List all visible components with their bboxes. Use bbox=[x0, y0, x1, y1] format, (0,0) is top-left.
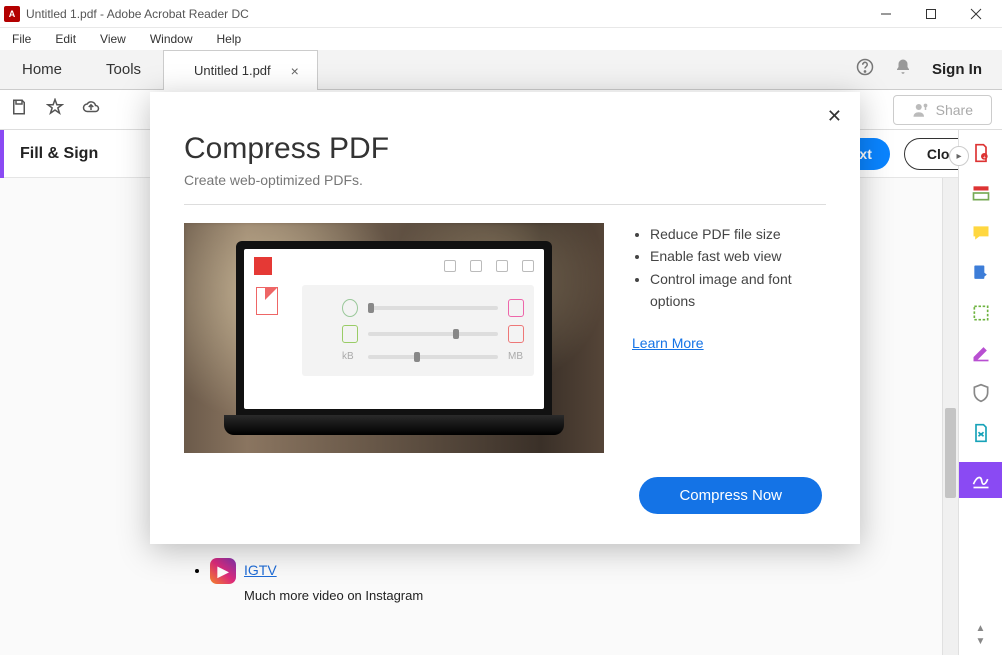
maximize-button[interactable] bbox=[908, 0, 953, 28]
acrobat-app-icon: A bbox=[4, 6, 20, 22]
protect-icon[interactable] bbox=[970, 382, 992, 404]
create-pdf-icon[interactable]: + bbox=[970, 142, 992, 164]
menu-help[interactable]: Help bbox=[211, 30, 248, 48]
igtv-link[interactable]: IGTV bbox=[244, 562, 277, 578]
window-titlebar: A Untitled 1.pdf - Adobe Acrobat Reader … bbox=[0, 0, 1002, 28]
menu-edit[interactable]: Edit bbox=[49, 30, 82, 48]
feature-item: Control image and font options bbox=[650, 268, 826, 313]
compress-pdf-dialog: ✕ Compress PDF Create web-optimized PDFs… bbox=[150, 92, 860, 544]
collapse-rail-icon[interactable]: ▸ bbox=[949, 146, 969, 166]
menubar: File Edit View Window Help bbox=[0, 28, 1002, 50]
bell-icon[interactable] bbox=[894, 58, 912, 81]
document-content: ▶ IGTV Much more video on Instagram bbox=[210, 558, 423, 603]
active-tool-accent bbox=[0, 130, 4, 178]
fill-sign-label[interactable]: Fill & Sign bbox=[20, 145, 98, 163]
tab-document[interactable]: Untitled 1.pdf × bbox=[163, 50, 318, 90]
menu-view[interactable]: View bbox=[94, 30, 132, 48]
tab-close-icon[interactable]: × bbox=[291, 63, 299, 79]
igtv-icon: ▶ bbox=[210, 558, 236, 584]
divider bbox=[184, 204, 826, 205]
fill-sign-rail-icon[interactable] bbox=[959, 462, 1002, 498]
save-icon[interactable] bbox=[10, 98, 28, 121]
dialog-subtitle: Create web-optimized PDFs. bbox=[184, 172, 826, 188]
help-icon[interactable] bbox=[856, 58, 874, 81]
svg-text:+: + bbox=[982, 155, 985, 161]
dialog-preview-image: kB MB bbox=[184, 223, 604, 453]
close-window-button[interactable] bbox=[953, 0, 998, 28]
sign-in-button[interactable]: Sign In bbox=[932, 61, 982, 78]
scrollbar-thumb[interactable] bbox=[945, 408, 956, 498]
organize-pages-icon[interactable] bbox=[970, 302, 992, 324]
mb-label: MB bbox=[508, 351, 524, 362]
dialog-title: Compress PDF bbox=[184, 132, 826, 166]
feature-item: Reduce PDF file size bbox=[650, 223, 826, 245]
rail-scroll-arrows[interactable]: ▲▼ bbox=[976, 623, 986, 647]
cloud-upload-icon[interactable] bbox=[82, 98, 100, 121]
dialog-close-button[interactable]: ✕ bbox=[827, 106, 842, 127]
right-tools-rail: ▸ + ▲▼ bbox=[958, 130, 1002, 655]
combine-files-icon[interactable] bbox=[970, 182, 992, 204]
share-button[interactable]: Share bbox=[893, 95, 992, 125]
kb-label: kB bbox=[342, 351, 358, 362]
compress-now-button[interactable]: Compress Now bbox=[639, 477, 822, 514]
compress-pdf-icon[interactable] bbox=[970, 422, 992, 444]
star-icon[interactable] bbox=[46, 98, 64, 121]
igtv-description: Much more video on Instagram bbox=[244, 588, 423, 603]
tabbar: Home Tools Untitled 1.pdf × Sign In bbox=[0, 50, 1002, 90]
window-title: Untitled 1.pdf - Adobe Acrobat Reader DC bbox=[26, 7, 863, 21]
export-pdf-icon[interactable] bbox=[970, 262, 992, 284]
menu-window[interactable]: Window bbox=[144, 30, 199, 48]
tab-document-label: Untitled 1.pdf bbox=[194, 63, 271, 78]
feature-item: Enable fast web view bbox=[650, 245, 826, 267]
comment-icon[interactable] bbox=[970, 222, 992, 244]
redact-icon[interactable] bbox=[970, 342, 992, 364]
share-label: Share bbox=[936, 102, 973, 118]
learn-more-link[interactable]: Learn More bbox=[632, 335, 826, 351]
vertical-scrollbar[interactable] bbox=[942, 178, 958, 655]
dialog-feature-list: Reduce PDF file size Enable fast web vie… bbox=[632, 223, 826, 313]
menu-file[interactable]: File bbox=[6, 30, 37, 48]
minimize-button[interactable] bbox=[863, 0, 908, 28]
tab-tools[interactable]: Tools bbox=[84, 50, 163, 89]
tab-home[interactable]: Home bbox=[0, 50, 84, 89]
